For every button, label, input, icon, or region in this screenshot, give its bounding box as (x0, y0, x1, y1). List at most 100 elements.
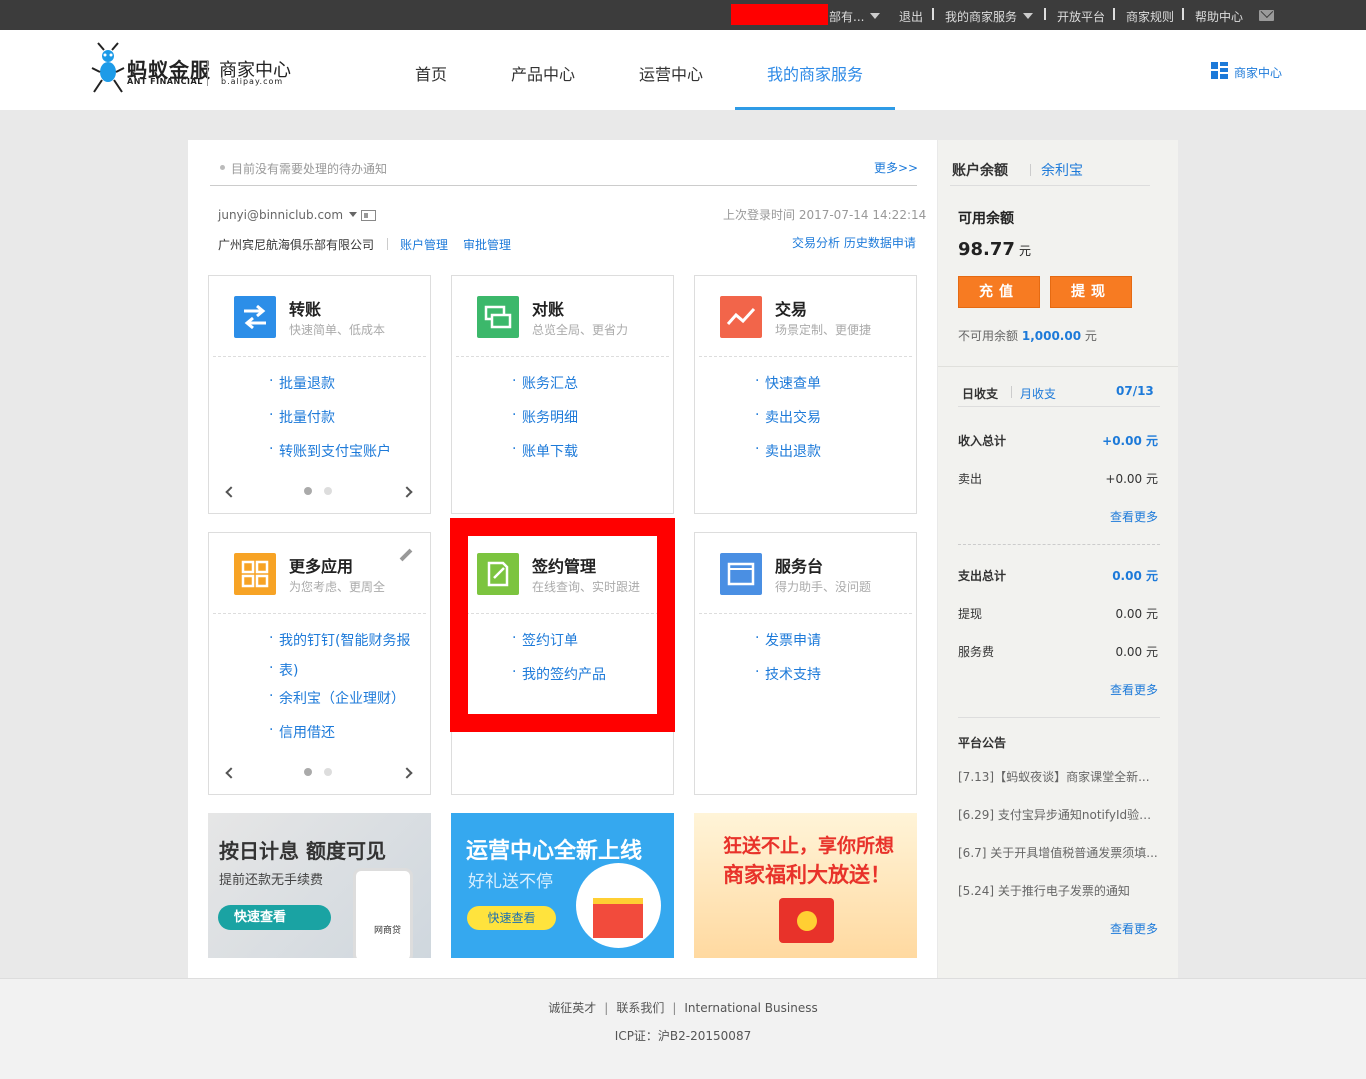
carousel-dot[interactable] (324, 768, 332, 776)
nav-products[interactable]: 产品中心 (511, 61, 575, 85)
more-link[interactable]: 更多>> (874, 159, 918, 176)
carousel-next-icon[interactable] (401, 767, 413, 779)
expense-total-label: 支出总计 (958, 569, 1007, 583)
tab-daily[interactable]: 日收支 (962, 385, 998, 402)
account-sidebar: 账户余额 余利宝 可用余额 98.77 元 充值 提现 不可用余额 1,000.0… (938, 140, 1178, 978)
card-title[interactable]: 服务台 (775, 553, 823, 577)
carousel-dot-active[interactable] (304, 768, 312, 776)
loan-promo-banner[interactable]: 按日计息 额度可见 提前还款无手续费 快速查看 网商贷 (208, 813, 431, 958)
trade-analysis-link[interactable]: 交易分析 (792, 236, 840, 250)
sell-value: +0.00 元 (1105, 472, 1158, 486)
open-platform-link[interactable]: 开放平台 (1057, 8, 1105, 25)
divider (387, 238, 388, 250)
sell-refund-link[interactable]: 卖出退款 (755, 441, 821, 461)
international-business-link[interactable]: International Business (684, 1001, 817, 1015)
divider (699, 356, 912, 357)
header: 蚂蚁金服 ANT FINANCIAL 商家中心 b.alipay.com 首页 … (0, 30, 1366, 110)
id-card-icon[interactable] (361, 210, 376, 221)
transfer-card: 转账 快速简单、低成本 批量退款 批量付款 转账到支付宝账户 (208, 275, 431, 514)
divider (699, 613, 912, 614)
help-link[interactable]: 帮助中心 (1195, 8, 1243, 25)
card-title[interactable]: 更多应用 (289, 553, 353, 577)
carousel-dot-active[interactable] (304, 487, 312, 495)
contact-link[interactable]: 联系我们 (616, 1001, 664, 1015)
banner-title: 狂送不止，享你所想 (723, 835, 895, 857)
active-nav-indicator (735, 107, 895, 110)
quick-query-link[interactable]: 快速查单 (755, 373, 821, 393)
button-label: 快速查看 (487, 911, 536, 925)
divider (958, 406, 1160, 407)
quick-view-button[interactable]: 快速查看 (467, 906, 556, 930)
announcement-see-more-link[interactable]: 查看更多 (1110, 920, 1158, 937)
unavailable-value: 1,000.00 (1021, 329, 1082, 343)
careers-link[interactable]: 诚征英才 (548, 1001, 596, 1015)
currency-unit: 元 (1018, 244, 1031, 258)
announcement-item[interactable]: [6.29] 支付宝异步通知notifyId验证... (958, 806, 1160, 823)
phone-image (353, 868, 413, 958)
account-manage-link[interactable]: 账户管理 (400, 236, 448, 253)
carousel-dot[interactable] (324, 487, 332, 495)
divider (950, 185, 1150, 186)
window-icon[interactable] (720, 553, 762, 595)
logout-link[interactable]: 退出 (899, 8, 923, 25)
announcement-item[interactable]: [6.7] 关于开具增值税普通发票须填... (958, 844, 1160, 861)
edit-pencil-icon[interactable] (399, 548, 413, 562)
card-title[interactable]: 对账 (532, 296, 564, 320)
dingtalk-report-link-cont[interactable]: 表) (269, 660, 299, 680)
history-apply-link[interactable]: 历史数据申请 (844, 236, 916, 250)
nav-operations[interactable]: 运营中心 (639, 61, 703, 85)
button-label: 快速查看 (234, 910, 287, 925)
date-selector[interactable]: 07/13 (1116, 384, 1154, 398)
divider (210, 185, 917, 186)
banner-subtitle: 好礼送不停 (468, 872, 553, 892)
merchant-center-link[interactable]: 商家中心 (1234, 64, 1282, 81)
batch-pay-link[interactable]: 批量付款 (269, 407, 335, 427)
reconcile-card: 对账 总览全局、更省力 账务汇总 账务明细 账单下载 (451, 275, 674, 514)
carousel-next-icon[interactable] (401, 486, 413, 498)
my-service-menu[interactable]: 我的商家服务 (945, 8, 1034, 25)
rules-link[interactable]: 商家规则 (1126, 8, 1174, 25)
expense-see-more-link[interactable]: 查看更多 (1110, 681, 1158, 698)
credit-borrow-link[interactable]: 信用借还 (269, 722, 335, 742)
announcement-item[interactable]: [7.13]【蚂蚁夜谈】商家课堂全新... (958, 768, 1160, 785)
quick-view-button[interactable]: 快速查看 (218, 905, 331, 930)
sell-trade-link[interactable]: 卖出交易 (755, 407, 821, 427)
transfer-to-alipay-link[interactable]: 转账到支付宝账户 (269, 441, 391, 461)
batch-refund-link[interactable]: 批量退款 (269, 373, 335, 393)
account-menu[interactable]: 部有... (829, 8, 881, 25)
chevron-down-icon (870, 13, 881, 19)
nav-my-service[interactable]: 我的商家服务 (767, 61, 863, 85)
ant-logo-icon[interactable] (90, 42, 126, 94)
nav-home[interactable]: 首页 (415, 61, 447, 85)
tab-yulibao[interactable]: 余利宝 (1041, 160, 1083, 180)
income-see-more-link[interactable]: 查看更多 (1110, 508, 1158, 525)
card-title[interactable]: 交易 (775, 296, 807, 320)
welfare-promo-banner[interactable]: 狂送不止，享你所想 商家福利大放送！ (694, 813, 917, 958)
approval-manage-link[interactable]: 审批管理 (463, 236, 511, 253)
tab-monthly[interactable]: 月收支 (1020, 385, 1056, 402)
withdraw-button[interactable]: 提现 (1050, 276, 1132, 308)
account-email-menu[interactable]: junyi@binniclub.com (218, 208, 358, 222)
account-detail-link[interactable]: 账务明细 (512, 407, 578, 427)
grid-icon[interactable] (1211, 62, 1228, 79)
carousel-prev-icon[interactable] (225, 767, 237, 779)
carousel-prev-icon[interactable] (225, 486, 237, 498)
account-name: 部有... (829, 10, 865, 24)
dingtalk-report-link[interactable]: 我的钉钉(智能财务报 (269, 630, 411, 650)
yulibao-link[interactable]: 余利宝（企业理财） (269, 688, 405, 708)
transfer-icon[interactable] (234, 296, 276, 338)
card-subtitle: 得力助手、没问题 (775, 580, 872, 594)
tech-support-link[interactable]: 技术支持 (755, 664, 821, 684)
announcement-item[interactable]: [5.24] 关于推行电子发票的通知 (958, 882, 1160, 899)
invoice-apply-link[interactable]: 发票申请 (755, 630, 821, 650)
mail-icon[interactable] (1259, 10, 1274, 21)
account-summary-link[interactable]: 账务汇总 (512, 373, 578, 393)
tab-balance[interactable]: 账户余额 (952, 160, 1008, 180)
apps-grid-icon[interactable] (234, 553, 276, 595)
trend-chart-icon[interactable] (720, 296, 762, 338)
bill-download-link[interactable]: 账单下载 (512, 441, 578, 461)
operations-promo-banner[interactable]: 运营中心全新上线 好礼送不停 快速查看 (451, 813, 674, 958)
reconcile-icon[interactable] (477, 296, 519, 338)
card-title[interactable]: 转账 (289, 296, 321, 320)
recharge-button[interactable]: 充值 (958, 276, 1040, 308)
